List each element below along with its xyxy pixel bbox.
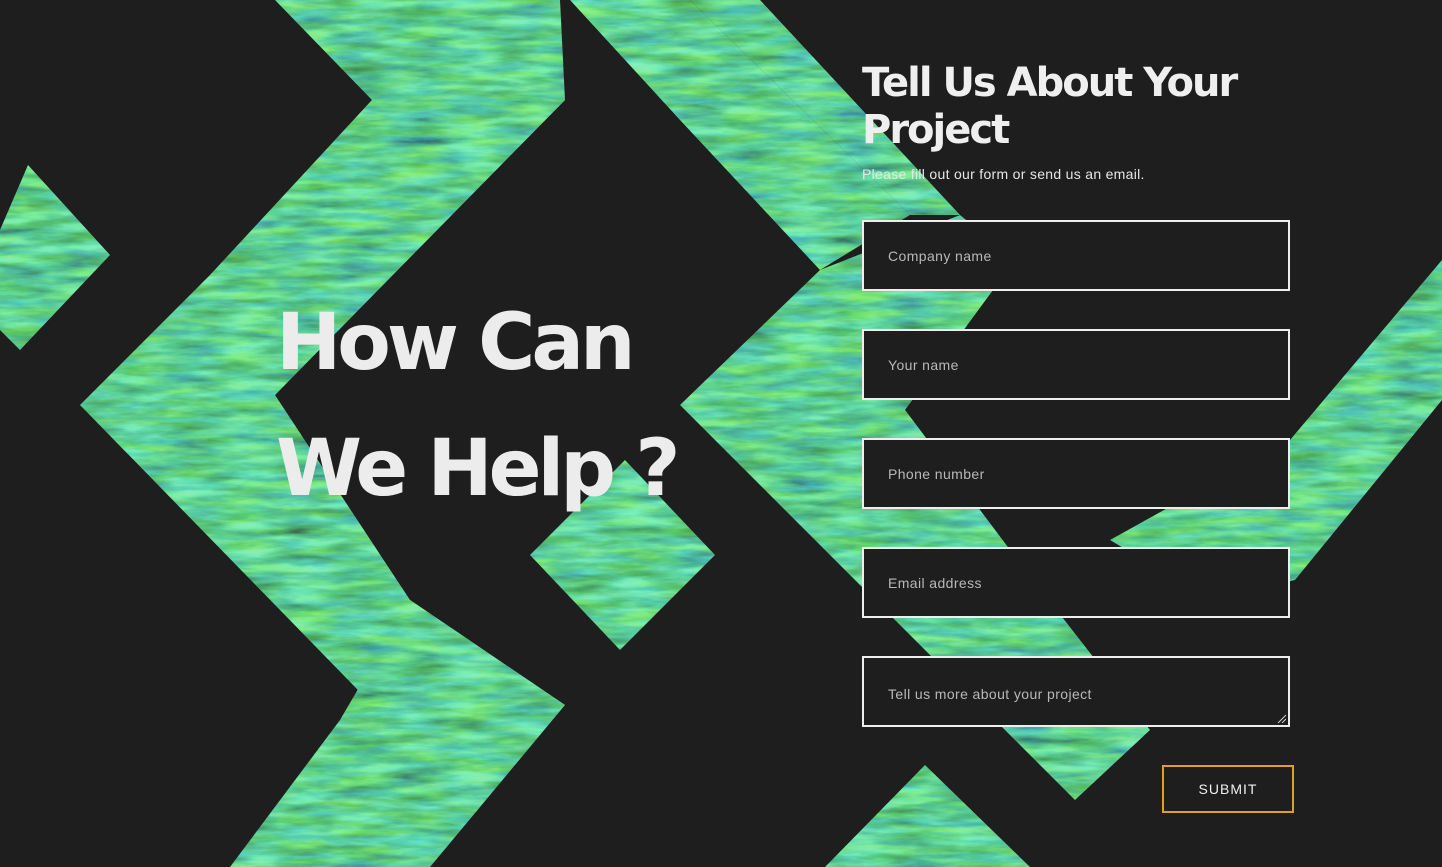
email-address-input[interactable]: [864, 549, 1288, 616]
phone-number-input[interactable]: [864, 440, 1288, 507]
hero-heading: How Can We Help ?: [276, 280, 680, 532]
your-name-field[interactable]: [862, 329, 1290, 400]
form-title: Tell Us About Your Project: [862, 60, 1238, 153]
form-subtitle: Please fill out our form or send us an e…: [862, 166, 1145, 182]
hero-line-2: We Help ?: [276, 424, 680, 514]
company-name-field[interactable]: [862, 220, 1290, 291]
project-details-field[interactable]: [862, 656, 1290, 727]
your-name-input[interactable]: [864, 331, 1288, 398]
phone-number-field[interactable]: [862, 438, 1290, 509]
submit-button[interactable]: SUBMIT: [1162, 765, 1294, 813]
company-name-input[interactable]: [864, 222, 1288, 289]
hero-line-1: How Can: [276, 298, 636, 388]
email-address-field[interactable]: [862, 547, 1290, 618]
project-details-textarea[interactable]: [864, 658, 1288, 725]
resize-grip-icon[interactable]: [1276, 713, 1286, 723]
